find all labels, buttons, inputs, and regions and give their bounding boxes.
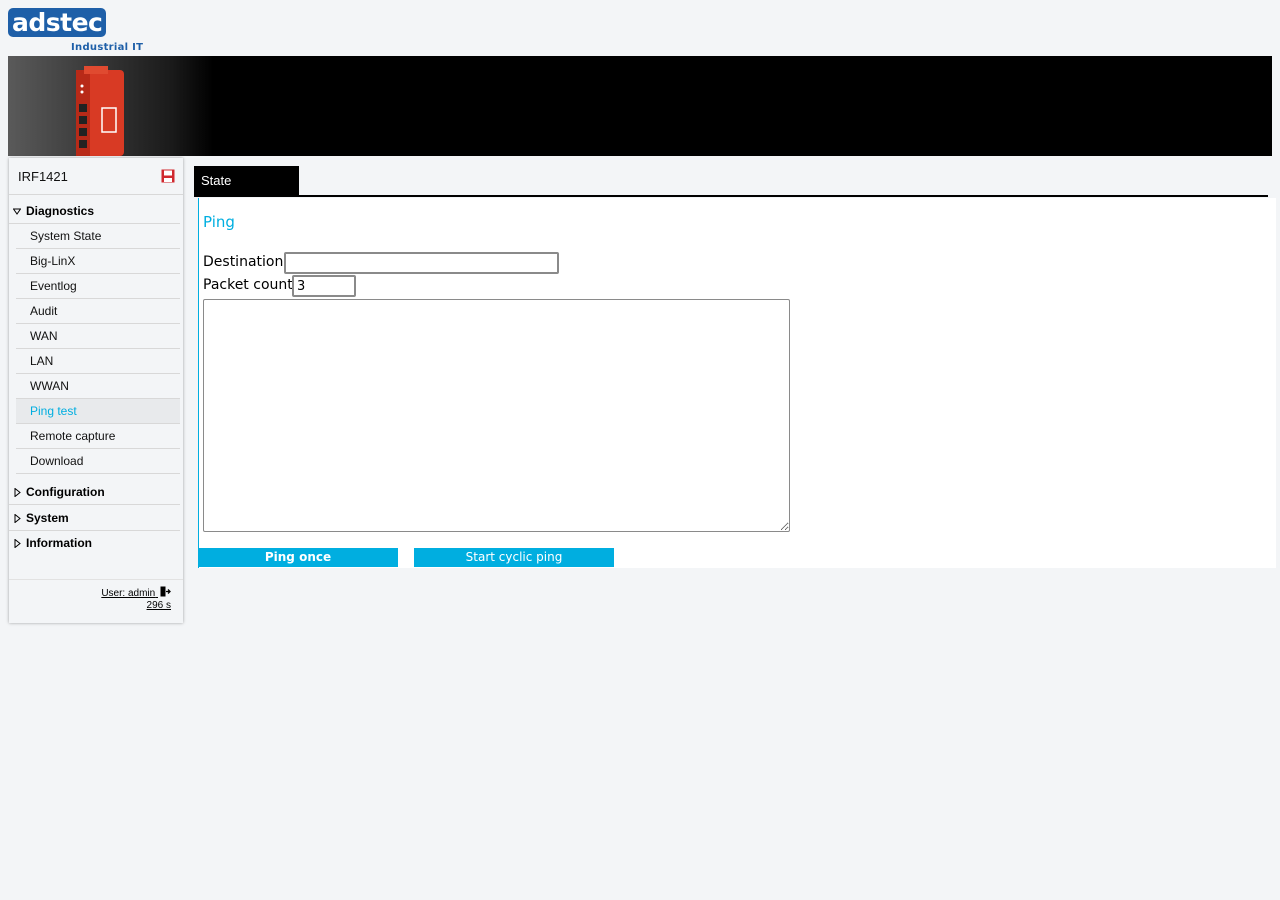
- triangle-right-icon: [14, 514, 21, 523]
- destination-label: Destination: [203, 254, 284, 270]
- ping-panel: Ping Destination Packet count Ping once …: [198, 198, 1276, 568]
- page-title: Ping: [203, 213, 235, 231]
- sidebar-item-system-state[interactable]: System State: [16, 224, 180, 249]
- header-banner: [8, 56, 1272, 156]
- packet-count-input[interactable]: [292, 275, 356, 297]
- section-configuration[interactable]: Configuration: [9, 480, 180, 505]
- save-icon[interactable]: [161, 169, 175, 183]
- sidebar-header: IRF1421: [9, 158, 183, 195]
- sidebar-item-wan[interactable]: WAN: [16, 324, 180, 349]
- user-logout-link[interactable]: User: admin: [101, 586, 171, 599]
- adstec-logo: adstec Industrial IT: [8, 8, 143, 54]
- sidebar-item-big-linx[interactable]: Big-LinX: [16, 249, 180, 274]
- packet-count-label: Packet count: [203, 277, 293, 293]
- sidebar-item-download[interactable]: Download: [16, 449, 180, 474]
- logo-subtitle: Industrial IT: [71, 42, 144, 53]
- section-information[interactable]: Information: [9, 531, 180, 556]
- sidebar-item-audit[interactable]: Audit: [16, 299, 180, 324]
- user-label: User: admin: [101, 588, 156, 599]
- section-label: Information: [26, 536, 92, 550]
- destination-input[interactable]: [284, 252, 559, 274]
- sidebar-item-ping-test[interactable]: Ping test: [16, 399, 180, 424]
- logo-text: adstec: [8, 8, 106, 37]
- section-label: Diagnostics: [26, 204, 95, 218]
- ping-output-textarea[interactable]: [203, 299, 790, 532]
- triangle-down-icon: [13, 208, 21, 215]
- sidebar-item-wwan[interactable]: WWAN: [16, 374, 180, 399]
- tab-underline: [194, 195, 1268, 197]
- section-label: Configuration: [26, 485, 105, 499]
- tab-state[interactable]: State: [194, 166, 299, 196]
- sidebar-item-eventlog[interactable]: Eventlog: [16, 274, 180, 299]
- sidebar-footer-divider: [9, 579, 183, 580]
- section-label: System: [26, 511, 69, 525]
- logout-icon: [160, 586, 171, 597]
- sidebar-item-lan[interactable]: LAN: [16, 349, 180, 374]
- start-cyclic-ping-button[interactable]: Start cyclic ping: [414, 548, 614, 567]
- router-device-image: [76, 66, 124, 156]
- section-system[interactable]: System: [9, 506, 180, 531]
- section-diagnostics[interactable]: Diagnostics: [9, 199, 180, 224]
- ping-once-button[interactable]: Ping once: [198, 548, 398, 567]
- triangle-right-icon: [14, 539, 21, 548]
- sidebar-item-remote-capture[interactable]: Remote capture: [16, 424, 180, 449]
- triangle-right-icon: [14, 488, 21, 497]
- device-name: IRF1421: [18, 169, 68, 184]
- session-timer: 296 s: [146, 600, 171, 611]
- sidebar: IRF1421 Diagnostics System State Big-Lin…: [9, 158, 183, 623]
